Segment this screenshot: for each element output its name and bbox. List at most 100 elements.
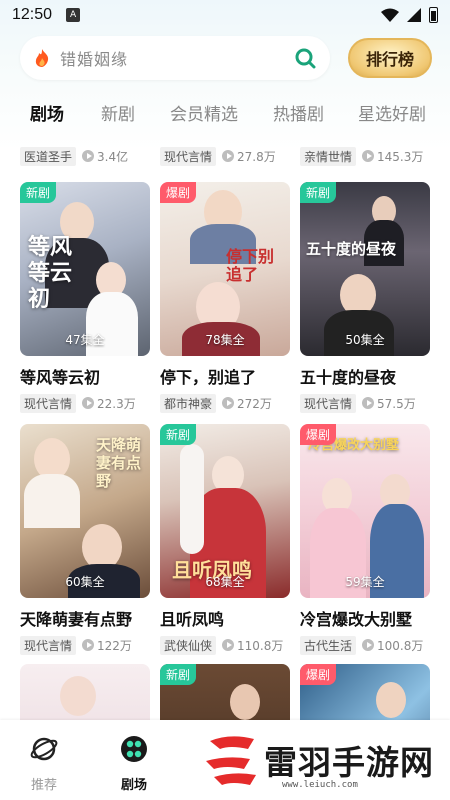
genre-tag: 现代言情 xyxy=(160,146,217,166)
list-item-meta: 医道圣手 3.4亿 xyxy=(20,146,128,166)
episode-count: 50集全 xyxy=(345,333,385,347)
list-item-meta: 现代言情 27.8万 xyxy=(160,146,276,166)
status-bar: 12:50 A xyxy=(0,0,450,30)
ranking-button[interactable]: 排行榜 xyxy=(348,38,432,78)
watermark-url: www.leiuch.com xyxy=(282,780,358,790)
list-item-meta: 现代言情 22.3万 xyxy=(20,393,150,413)
notification-icon: A xyxy=(66,8,81,22)
list-item-meta: 古代生活 100.8万 xyxy=(300,635,430,655)
episode-count: 47集全 xyxy=(65,333,105,347)
new-badge: 新剧 xyxy=(160,424,197,445)
tab-theater[interactable]: 剧场 xyxy=(30,100,64,125)
fire-icon xyxy=(35,49,49,67)
hot-badge: 爆剧 xyxy=(300,424,337,445)
episode-count: 68集全 xyxy=(205,575,245,589)
genre-tag: 医道圣手 xyxy=(20,146,77,166)
drama-title[interactable]: 天降萌妻有点野 xyxy=(20,606,150,630)
drama-poster[interactable]: 天降萌妻有点野 60集全 xyxy=(20,424,150,598)
play-count-icon xyxy=(82,397,95,409)
watermark-logo-icon xyxy=(206,736,256,785)
drama-card[interactable]: 等风等云初 新剧 47集全 等风等云初 现代言情 22.3万 xyxy=(20,182,150,413)
view-count: 272万 xyxy=(237,396,272,411)
hot-badge: 爆剧 xyxy=(160,182,197,203)
list-item-meta: 亲情世情 145.3万 xyxy=(300,146,423,166)
play-count-icon xyxy=(82,150,95,162)
wifi-icon xyxy=(381,8,399,22)
drama-card[interactable]: 冷宫爆改大别墅 爆剧 59集全 冷宫爆改大别墅 古代生活 100.8万 xyxy=(300,424,430,655)
list-item-meta: 现代言情 57.5万 xyxy=(300,393,430,413)
tab-member[interactable]: 会员精选 xyxy=(170,100,238,125)
episode-count: 78集全 xyxy=(205,333,245,347)
hot-badge: 爆剧 xyxy=(300,664,337,685)
genre-tag: 都市神豪 xyxy=(160,393,217,413)
list-item-meta: 武侠仙侠 110.8万 xyxy=(160,635,290,655)
poster-title: 等风等云初 xyxy=(28,234,73,312)
nav-theater[interactable]: 剧场 xyxy=(104,734,164,793)
episode-count: 59集全 xyxy=(345,575,385,589)
view-count: 100.8万 xyxy=(377,638,424,653)
genre-tag: 现代言情 xyxy=(300,393,357,413)
new-badge: 新剧 xyxy=(300,182,337,203)
planet-icon xyxy=(30,737,58,761)
play-count-icon xyxy=(222,397,235,409)
drama-card[interactable]: 五十度的昼夜 新剧 50集全 五十度的昼夜 现代言情 57.5万 xyxy=(300,182,430,413)
drama-title[interactable]: 冷宫爆改大别墅 xyxy=(300,606,430,630)
genre-tag: 现代言情 xyxy=(20,393,77,413)
theater-icon xyxy=(121,736,147,762)
view-count: 22.3万 xyxy=(97,396,136,411)
nav-label: 推荐 xyxy=(30,778,57,793)
tab-hot[interactable]: 热播剧 xyxy=(273,100,324,125)
view-count: 3.4亿 xyxy=(97,149,129,164)
play-count-icon xyxy=(362,639,375,651)
category-tabs: 剧场 新剧 会员精选 热播剧 星选好剧 xyxy=(0,100,450,128)
signal-icon xyxy=(407,8,421,22)
poster-title: 五十度的昼夜 xyxy=(306,240,397,258)
genre-tag: 武侠仙侠 xyxy=(160,635,217,655)
search-input[interactable]: 错婚姻缘 xyxy=(20,36,330,80)
watermark-text: 雷羽手游网 xyxy=(264,743,434,782)
list-item-meta: 都市神豪 272万 xyxy=(160,393,290,413)
new-badge: 新剧 xyxy=(160,664,197,685)
genre-tag: 亲情世情 xyxy=(300,146,357,166)
view-count: 57.5万 xyxy=(377,396,416,411)
status-time: 12:50 xyxy=(12,6,53,23)
genre-tag: 现代言情 xyxy=(20,635,77,655)
drama-title[interactable]: 且听凤鸣 xyxy=(160,606,290,630)
play-count-icon xyxy=(222,639,235,651)
drama-poster[interactable]: 冷宫爆改大别墅 爆剧 59集全 xyxy=(300,424,430,598)
nav-recommend[interactable]: 推荐 xyxy=(14,734,74,793)
drama-poster[interactable]: 等风等云初 新剧 47集全 xyxy=(20,182,150,356)
new-badge: 新剧 xyxy=(20,182,57,203)
view-count: 122万 xyxy=(97,638,132,653)
tab-new[interactable]: 新剧 xyxy=(101,100,135,125)
drama-poster[interactable]: 且听凤鸣 新剧 68集全 xyxy=(160,424,290,598)
ranking-label: 排行榜 xyxy=(365,50,414,69)
play-count-icon xyxy=(362,397,375,409)
drama-title[interactable]: 五十度的昼夜 xyxy=(300,364,430,388)
play-count-icon xyxy=(362,150,375,162)
battery-icon xyxy=(429,7,438,23)
drama-title[interactable]: 等风等云初 xyxy=(20,364,150,388)
play-count-icon xyxy=(82,639,95,651)
tab-star-picks[interactable]: 星选好剧 xyxy=(358,100,426,125)
drama-poster[interactable]: 停下别追了 爆剧 78集全 xyxy=(160,182,290,356)
poster-title: 停下别追了 xyxy=(226,247,275,284)
list-item-meta: 现代言情 122万 xyxy=(20,635,150,655)
play-count-icon xyxy=(222,150,235,162)
drama-title[interactable]: 停下，别追了 xyxy=(160,364,290,388)
view-count: 27.8万 xyxy=(237,149,276,164)
search-icon[interactable] xyxy=(294,47,316,69)
search-row: 错婚姻缘 排行榜 xyxy=(20,36,432,80)
episode-count: 60集全 xyxy=(65,575,105,589)
drama-poster[interactable]: 五十度的昼夜 新剧 50集全 xyxy=(300,182,430,356)
drama-card[interactable]: 天降萌妻有点野 60集全 天降萌妻有点野 现代言情 122万 xyxy=(20,424,150,655)
watermark: 雷羽手游网 www.leiuch.com xyxy=(200,728,450,792)
view-count: 145.3万 xyxy=(377,149,424,164)
genre-tag: 古代生活 xyxy=(300,635,357,655)
poster-title: 天降萌妻有点野 xyxy=(96,436,142,490)
nav-label: 剧场 xyxy=(120,778,147,793)
drama-card[interactable]: 且听凤鸣 新剧 68集全 且听凤鸣 武侠仙侠 110.8万 xyxy=(160,424,290,655)
search-placeholder: 错婚姻缘 xyxy=(60,50,129,69)
drama-card[interactable]: 停下别追了 爆剧 78集全 停下，别追了 都市神豪 272万 xyxy=(160,182,290,413)
view-count: 110.8万 xyxy=(237,638,284,653)
